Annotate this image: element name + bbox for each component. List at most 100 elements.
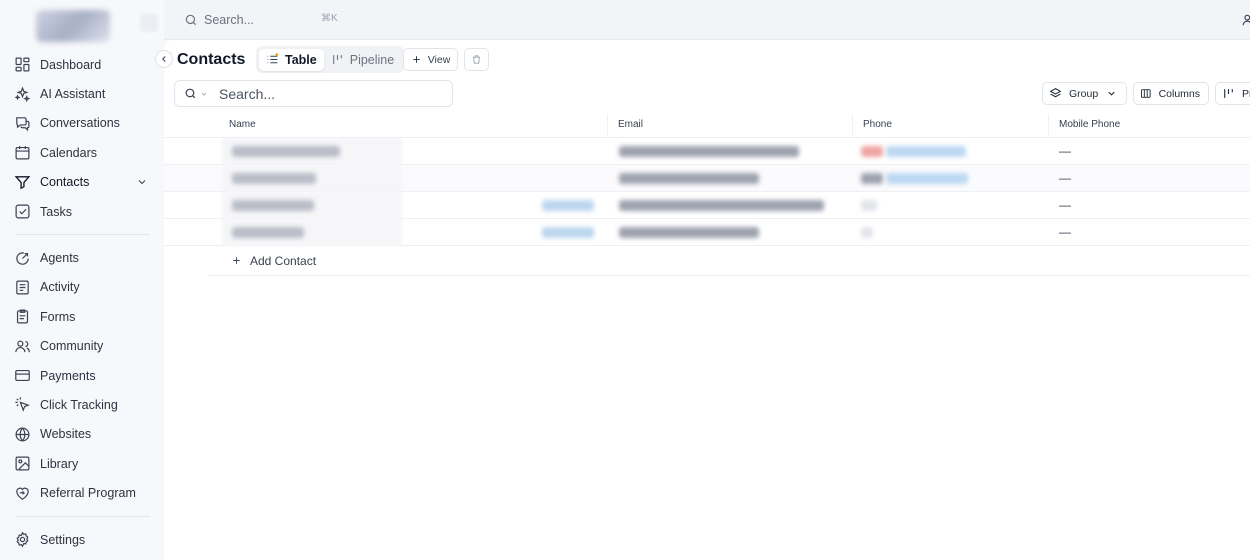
sidebar-item-calendars[interactable]: Calendars — [8, 138, 158, 167]
contacts-table: Name Email Phone Mobile Phone — — — — Ad… — [164, 114, 1250, 276]
mobile-phone-value: — — [1059, 144, 1071, 158]
sidebar-item-contacts[interactable]: Contacts — [8, 168, 158, 197]
tab-pipeline[interactable]: Pipeline — [324, 49, 401, 71]
column-header-email[interactable]: Email — [618, 119, 643, 130]
sidebar-item-label: Settings — [40, 532, 86, 547]
columns-button[interactable]: Columns — [1133, 82, 1209, 105]
add-contact-label: Add Contact — [250, 253, 317, 268]
main-content: Contacts Table Pipeline View Group — [155, 40, 1250, 560]
sidebar-item-label: Library — [40, 456, 79, 471]
delete-view-button[interactable] — [464, 48, 489, 71]
sidebar-item-label: Tasks — [40, 204, 72, 219]
sidebar-item-ai-assistant[interactable]: AI Assistant — [8, 79, 158, 108]
sidebar-item-label: Forms — [40, 309, 76, 324]
search-icon — [185, 14, 197, 26]
referral-icon — [16, 487, 29, 500]
sidebar: Dashboard AI Assistant Conversations Cal… — [0, 0, 164, 560]
sidebar-item-activity[interactable]: Activity — [8, 273, 158, 302]
click-icon — [15, 397, 30, 413]
search-icon — [185, 88, 196, 99]
redacted-phone-flag — [861, 146, 883, 157]
columns-icon — [1140, 89, 1151, 98]
plus-icon — [412, 56, 420, 63]
mobile-phone-value: — — [1059, 225, 1071, 239]
sidebar-item-label: Agents — [40, 251, 79, 266]
redacted-phone — [861, 227, 873, 238]
tab-table[interactable]: Table — [259, 48, 324, 71]
sidebar-item-payments[interactable]: Payments — [8, 361, 158, 390]
column-divider — [607, 114, 608, 138]
table-search-input[interactable] — [219, 85, 439, 102]
page-title: Contacts — [177, 51, 246, 68]
sidebar-item-label: Calendars — [40, 145, 97, 160]
table-row[interactable]: — — [164, 165, 1250, 192]
redacted-name — [232, 200, 314, 211]
sidebar-item-library[interactable]: Library — [8, 449, 158, 478]
add-view-button[interactable]: View — [403, 48, 458, 71]
table-row[interactable]: — — [164, 138, 1250, 165]
pipeline-icon — [332, 55, 342, 64]
redacted-tag — [542, 200, 594, 211]
sidebar-item-tasks[interactable]: Tasks — [8, 197, 158, 226]
pin-button[interactable]: Pi — [1215, 82, 1250, 105]
redacted-name — [232, 227, 304, 238]
sidebar-toggle-button[interactable] — [140, 14, 158, 32]
mobile-phone-value: — — [1059, 198, 1071, 212]
search-shortcut: ⌘K — [321, 13, 338, 24]
group-button[interactable]: Group — [1042, 82, 1127, 105]
user-menu-icon[interactable] — [1240, 13, 1250, 27]
chevron-left-icon — [162, 56, 166, 62]
task-check-icon — [15, 204, 30, 219]
logo — [36, 10, 110, 42]
sidebar-item-community[interactable]: Community — [8, 332, 158, 361]
redacted-name — [232, 173, 316, 184]
pipeline-icon — [1224, 89, 1233, 98]
sidebar-item-referral-program[interactable]: Referral Program — [8, 478, 158, 507]
gear-icon — [16, 531, 29, 548]
chevron-down-icon — [1108, 91, 1115, 96]
sidebar-nav: Dashboard AI Assistant Conversations Cal… — [8, 50, 158, 554]
global-search[interactable]: Search... — [184, 8, 344, 32]
globe-icon — [15, 427, 30, 442]
sidebar-item-dashboard[interactable]: Dashboard — [8, 50, 158, 79]
agent-icon — [16, 251, 29, 265]
table-search[interactable] — [174, 80, 453, 107]
chat-icon — [16, 117, 30, 132]
sidebar-item-label: Contacts — [40, 175, 90, 190]
sidebar-item-websites[interactable]: Websites — [8, 420, 158, 449]
sidebar-divider — [16, 515, 150, 517]
group-label: Group — [1069, 87, 1099, 100]
chevron-down-icon[interactable] — [136, 176, 148, 188]
filter-icon — [14, 175, 31, 190]
sparkles-icon — [14, 86, 31, 102]
sidebar-item-label: Dashboard — [40, 57, 102, 72]
column-header-mobile-phone[interactable]: Mobile Phone — [1059, 119, 1120, 130]
column-header-phone[interactable]: Phone — [863, 119, 892, 130]
sidebar-item-conversations[interactable]: Conversations — [8, 109, 158, 138]
redacted-name — [232, 146, 340, 157]
sidebar-item-agents[interactable]: Agents — [8, 243, 158, 272]
redacted-phone — [861, 200, 877, 211]
chevron-down-icon[interactable] — [200, 90, 208, 98]
column-header-name[interactable]: Name — [229, 119, 256, 130]
tab-label: Pipeline — [349, 52, 395, 67]
forms-icon — [16, 309, 29, 324]
table-row[interactable]: — — [164, 219, 1250, 246]
add-contact-button[interactable]: Add Contact — [208, 246, 1250, 276]
sidebar-item-forms[interactable]: Forms — [8, 302, 158, 331]
redacted-email — [619, 146, 799, 157]
collapse-sidebar-button[interactable] — [155, 50, 173, 68]
table-header: Name Email Phone Mobile Phone — [164, 114, 1250, 138]
view-tabs: Table Pipeline — [256, 46, 405, 73]
table-row[interactable]: — — [164, 192, 1250, 219]
community-icon — [15, 340, 30, 352]
pin-label: Pi — [1242, 87, 1250, 100]
trash-icon — [472, 55, 481, 64]
sidebar-item-settings[interactable]: Settings — [8, 525, 158, 554]
dashboard-icon — [15, 57, 30, 72]
plus-icon — [233, 257, 240, 264]
sidebar-item-label: Conversations — [40, 116, 120, 131]
redacted-email — [619, 173, 759, 184]
redacted-phone — [886, 173, 968, 184]
sidebar-item-click-tracking[interactable]: Click Tracking — [8, 390, 158, 419]
